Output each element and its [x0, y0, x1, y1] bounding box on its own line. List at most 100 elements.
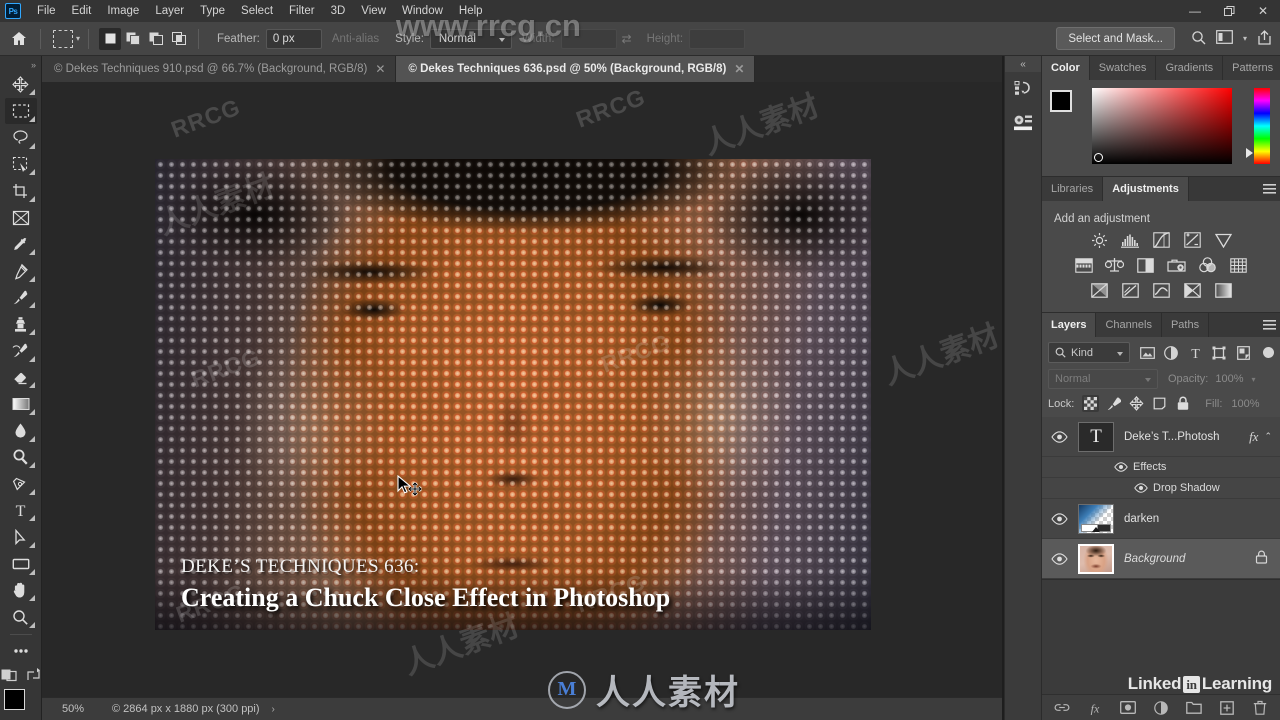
filter-smart-object-icon[interactable] — [1235, 345, 1251, 361]
vibrance-icon[interactable] — [1213, 231, 1233, 249]
type-tool[interactable]: T — [5, 498, 37, 524]
dodge-tool[interactable] — [5, 445, 37, 471]
color-swatches[interactable] — [3, 688, 38, 720]
layer-visibility-toggle[interactable] — [1046, 430, 1072, 443]
table-row[interactable]: Background — [1042, 539, 1280, 579]
menu-image[interactable]: Image — [99, 2, 147, 20]
blend-mode-select[interactable]: Normal — [1048, 369, 1158, 389]
hue-slider-marker[interactable] — [1246, 148, 1253, 158]
color-field[interactable] — [1092, 88, 1232, 164]
new-group-icon[interactable] — [1186, 700, 1202, 716]
layer-thumbnail[interactable] — [1078, 543, 1114, 574]
share-icon[interactable] — [1257, 29, 1272, 48]
edit-toolbar-tool[interactable] — [5, 638, 37, 664]
document-tab-910[interactable]: © Dekes Techniques 910.psd @ 66.7% (Back… — [42, 56, 397, 82]
layer-name[interactable]: Background — [1124, 553, 1255, 565]
foreground-color-swatch[interactable] — [3, 688, 25, 710]
color-panel-swatches[interactable] — [1050, 90, 1084, 124]
close-button[interactable]: ✕ — [1246, 0, 1280, 22]
selective-color-icon[interactable] — [1182, 281, 1202, 299]
hand-tool[interactable] — [5, 578, 37, 604]
menu-window[interactable]: Window — [394, 2, 451, 20]
table-row[interactable]: T Deke’s T...Photosh fx ⌃ — [1042, 417, 1280, 457]
layer-style-icon[interactable]: fx — [1087, 700, 1103, 716]
gradient-map-icon[interactable] — [1213, 281, 1233, 299]
menu-help[interactable]: Help — [451, 2, 491, 20]
tab-libraries[interactable]: Libraries — [1042, 177, 1104, 201]
menu-edit[interactable]: Edit — [64, 2, 100, 20]
minimize-button[interactable]: — — [1178, 0, 1212, 22]
filter-shape-icon[interactable] — [1211, 345, 1227, 361]
curves-icon[interactable] — [1151, 231, 1171, 249]
lock-artboard-nesting-button[interactable] — [1151, 395, 1168, 412]
effects-visibility-toggle[interactable] — [1114, 462, 1128, 472]
layer-thumbnail[interactable] — [1078, 503, 1114, 534]
select-and-mask-button[interactable]: Select and Mask... — [1056, 27, 1175, 50]
canvas-area[interactable]: DEKE’S TECHNIQUES 636: Creating a Chuck … — [42, 82, 1002, 697]
table-row[interactable]: darken — [1042, 499, 1280, 539]
brush-tool[interactable] — [5, 285, 37, 311]
panel-menu-icon[interactable] — [1258, 313, 1280, 337]
menu-type[interactable]: Type — [192, 2, 233, 20]
threshold-icon[interactable] — [1151, 281, 1171, 299]
exposure-icon[interactable] — [1182, 231, 1202, 249]
black-white-icon[interactable] — [1136, 256, 1156, 274]
link-layers-icon[interactable] — [1054, 700, 1070, 716]
tab-color[interactable]: Color — [1042, 56, 1090, 80]
antialias-label[interactable]: Anti-alias — [332, 33, 379, 45]
close-icon[interactable]: ✕ — [375, 62, 385, 76]
chevron-down-icon[interactable]: ▾ — [1252, 375, 1256, 384]
menu-layer[interactable]: Layer — [147, 2, 192, 20]
brightness-contrast-icon[interactable] — [1089, 231, 1109, 249]
history-icon[interactable] — [1005, 72, 1043, 106]
filter-adjustment-icon[interactable] — [1163, 345, 1179, 361]
list-item[interactable]: Drop Shadow — [1042, 478, 1280, 499]
new-selection-button[interactable] — [99, 27, 122, 50]
menu-view[interactable]: View — [353, 2, 394, 20]
blur-tool[interactable] — [5, 418, 37, 444]
pen-tool[interactable] — [5, 471, 37, 497]
document-tab-636[interactable]: © Dekes Techniques 636.psd @ 50% (Backgr… — [396, 56, 756, 82]
menu-3d[interactable]: 3D — [323, 2, 354, 20]
drop-shadow-visibility-toggle[interactable] — [1134, 483, 1148, 493]
lock-transparent-pixels-button[interactable] — [1082, 395, 1100, 412]
list-item[interactable]: Effects — [1042, 457, 1280, 478]
layer-fx-badge[interactable]: fx — [1249, 429, 1258, 445]
hue-saturation-icon[interactable] — [1074, 256, 1094, 274]
filter-toggle[interactable] — [1263, 347, 1274, 358]
toolbar-collapse-button[interactable]: » — [0, 60, 41, 72]
clone-stamp-tool[interactable] — [5, 311, 37, 337]
chevron-up-icon[interactable]: ⌃ — [1264, 431, 1272, 442]
zoom-level[interactable]: 50% — [42, 703, 104, 715]
filter-kind-select[interactable]: Kind — [1048, 342, 1130, 363]
feather-input[interactable]: 0 px — [265, 28, 322, 49]
spot-healing-brush-tool[interactable] — [5, 258, 37, 284]
foreground-color-swatch[interactable] — [1050, 90, 1072, 112]
chevron-down-icon[interactable]: ▾ — [1243, 34, 1247, 43]
eyedropper-tool[interactable] — [5, 232, 37, 258]
quick-mask-icon[interactable] — [1, 668, 18, 685]
zoom-tool[interactable] — [5, 604, 37, 630]
rail-collapse-button[interactable]: « — [1005, 56, 1041, 72]
photo-filter-icon[interactable] — [1167, 256, 1187, 274]
lasso-tool[interactable] — [5, 125, 37, 151]
color-lookup-icon[interactable] — [1229, 256, 1249, 274]
crop-tool[interactable] — [5, 178, 37, 204]
home-icon[interactable] — [6, 26, 32, 52]
layer-visibility-toggle[interactable] — [1046, 552, 1072, 565]
levels-icon[interactable] — [1120, 231, 1140, 249]
close-icon[interactable]: ✕ — [734, 62, 744, 76]
status-expand-icon[interactable]: › — [272, 704, 275, 715]
color-balance-icon[interactable] — [1105, 256, 1125, 274]
intersect-with-selection-button[interactable] — [168, 28, 190, 50]
tool-preset-picker[interactable]: ▾ — [53, 29, 80, 48]
search-icon[interactable] — [1191, 30, 1206, 48]
tab-channels[interactable]: Channels — [1096, 313, 1162, 337]
object-selection-tool[interactable] — [5, 152, 37, 178]
tab-layers[interactable]: Layers — [1042, 313, 1097, 337]
hue-slider[interactable] — [1246, 88, 1270, 164]
style-select[interactable]: Normal — [429, 28, 512, 49]
panel-menu-icon[interactable] — [1258, 177, 1280, 201]
lock-icon[interactable] — [1255, 550, 1268, 567]
lock-position-button[interactable] — [1128, 395, 1145, 412]
